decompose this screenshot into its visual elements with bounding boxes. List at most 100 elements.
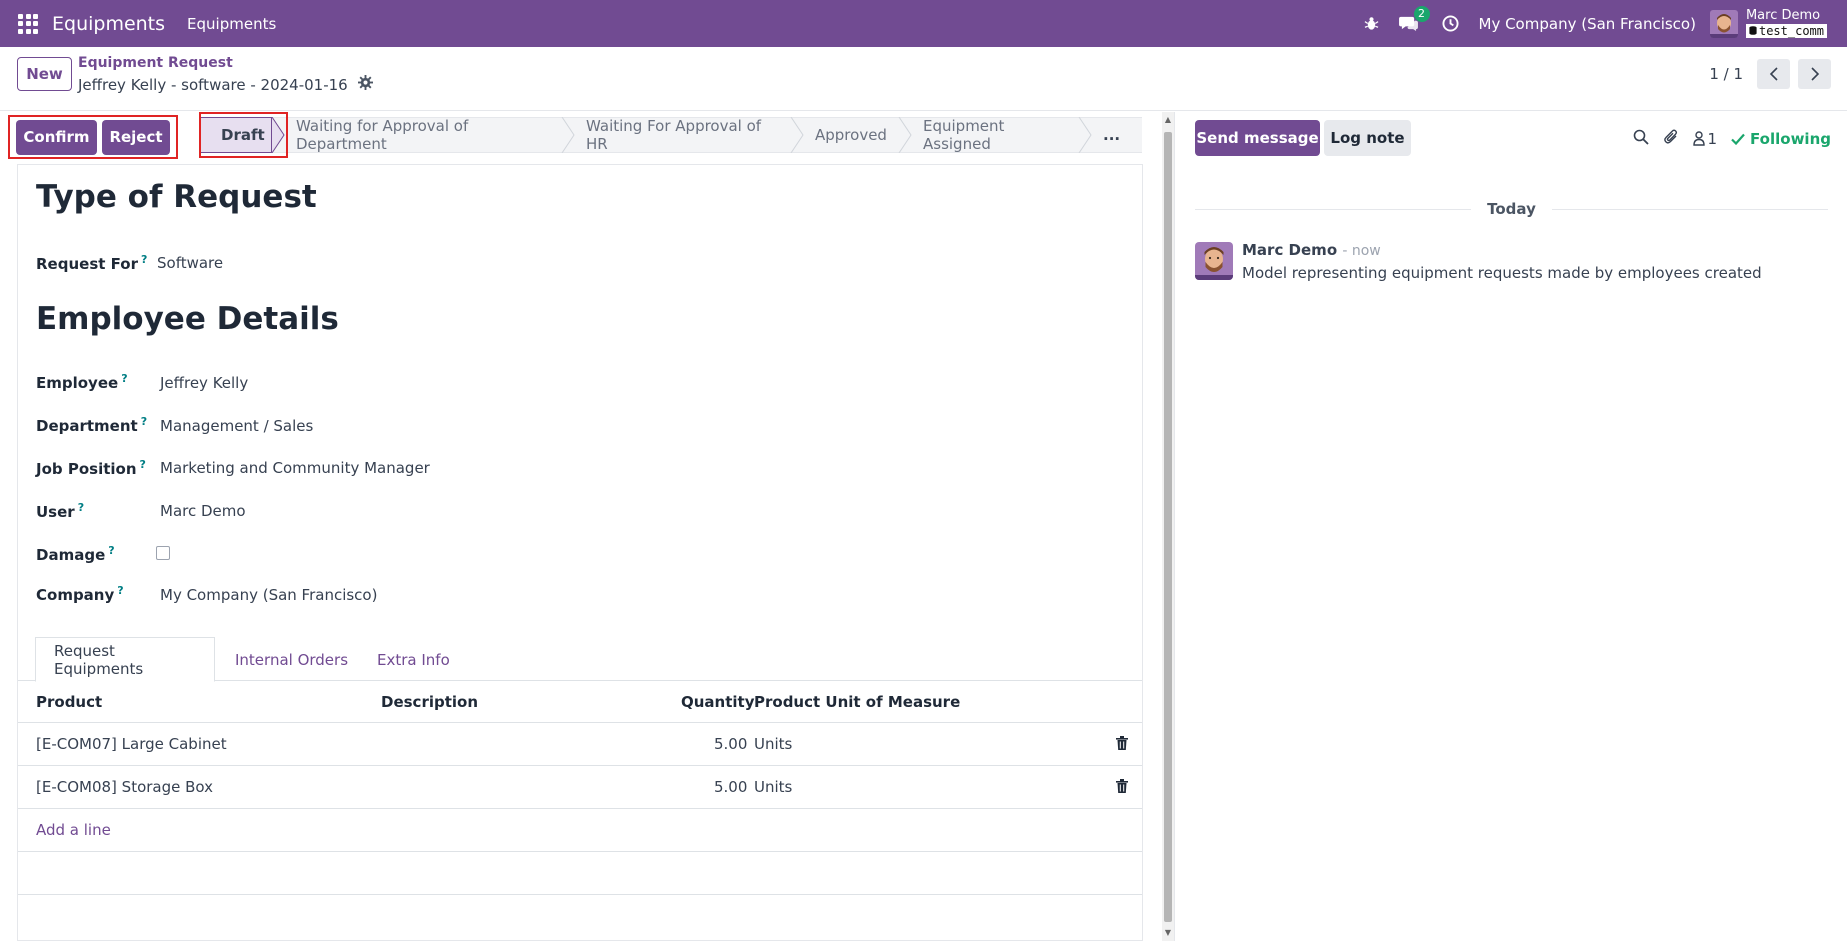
department-field[interactable]: Management / Sales [160, 417, 313, 435]
tab-extra-info[interactable]: Extra Info [377, 637, 450, 682]
damage-checkbox[interactable] [156, 546, 170, 560]
followers-count: 1 [1707, 129, 1718, 148]
cell-quantity[interactable]: 5.00 [714, 778, 747, 796]
breadcrumb-parent[interactable]: Equipment Request [78, 55, 233, 71]
top-navbar: Equipments Equipments 2 My Company (San … [0, 0, 1847, 47]
database-icon [1749, 26, 1757, 35]
company-label-text: Company [36, 586, 115, 604]
form-view: Confirm Reject Draft Waiting for Approva… [0, 112, 1162, 941]
help-icon[interactable]: ? [108, 544, 114, 557]
action-buttons: Confirm Reject [8, 115, 178, 159]
record-name: Jeffrey Kelly - software - 2024-01-16 [78, 75, 348, 94]
employee-label: Employee? [36, 372, 128, 392]
help-icon[interactable]: ? [117, 584, 123, 597]
status-bar: Draft Waiting for Approval of Department… [200, 117, 1142, 153]
department-label: Department? [36, 415, 147, 435]
job-position-label-text: Job Position [36, 460, 137, 478]
damage-label: Damage? [36, 544, 115, 564]
database-name-text: test_comm [1758, 24, 1824, 38]
column-quantity[interactable]: Quantity [681, 693, 755, 711]
cell-uom[interactable]: Units [754, 778, 792, 796]
pager-next-button[interactable] [1798, 59, 1831, 89]
column-uom[interactable]: Product Unit of Measure [754, 693, 960, 711]
table-row[interactable]: [E-COM08] Storage Box 5.00 Units [18, 766, 1142, 809]
help-icon[interactable]: ? [78, 501, 84, 514]
tab-request-equipments[interactable]: Request Equipments [35, 637, 215, 682]
help-icon[interactable]: ? [121, 372, 127, 385]
help-icon[interactable]: ? [141, 415, 147, 428]
user-field[interactable]: Marc Demo [160, 502, 246, 520]
section-employee-details: Employee Details [36, 301, 339, 337]
log-note-button[interactable]: Log note [1324, 120, 1411, 156]
messaging-icon[interactable]: 2 [1398, 6, 1430, 32]
check-icon [1731, 133, 1745, 145]
pager-previous-button[interactable] [1757, 59, 1790, 89]
reject-button[interactable]: Reject [102, 119, 170, 155]
activity-clock-icon[interactable] [1441, 15, 1459, 32]
date-separator-label: Today [1487, 200, 1536, 218]
request-for-label-text: Request For [36, 255, 138, 273]
column-description[interactable]: Description [381, 693, 478, 711]
form-scrollbar[interactable]: ▲ ▼ [1162, 112, 1174, 941]
chat-badge: 2 [1413, 6, 1430, 22]
column-product[interactable]: Product [36, 693, 102, 711]
chevron-right-icon [1810, 67, 1819, 81]
user-avatar[interactable] [1709, 9, 1738, 38]
confirm-button[interactable]: Confirm [16, 119, 97, 155]
table-row[interactable]: [E-COM07] Large Cabinet 5.00 Units [18, 723, 1142, 766]
apps-menu-icon[interactable] [18, 13, 38, 34]
stage-separators [271, 117, 1092, 153]
message-body: Model representing equipment requests ma… [1242, 264, 1762, 282]
menu-equipments[interactable]: Equipments [187, 15, 276, 33]
user-icon [1692, 131, 1705, 146]
help-icon[interactable]: ? [140, 458, 146, 471]
scrollbar-thumb[interactable] [1164, 132, 1172, 922]
message-author-avatar[interactable] [1195, 242, 1233, 280]
department-label-text: Department [36, 417, 138, 435]
job-position-label: Job Position? [36, 458, 146, 478]
company-switcher[interactable]: My Company (San Francisco) [1479, 15, 1696, 33]
employee-label-text: Employee [36, 374, 119, 392]
tab-internal-orders[interactable]: Internal Orders [235, 637, 348, 682]
paperclip-icon[interactable] [1663, 128, 1679, 149]
message-time: - now [1342, 243, 1381, 259]
send-message-button[interactable]: Send message [1195, 120, 1320, 156]
scroll-up-arrow-icon[interactable]: ▲ [1164, 116, 1172, 124]
cell-product[interactable]: [E-COM08] Storage Box [36, 778, 213, 796]
message-author-name[interactable]: Marc Demo [1242, 241, 1337, 259]
user-menu[interactable]: Marc Demo test_comm [1745, 8, 1827, 38]
company-field[interactable]: My Company (San Francisco) [160, 586, 377, 604]
trash-icon[interactable] [1116, 736, 1128, 754]
form-sheet: Type of Request Request For? Software Em… [17, 164, 1143, 941]
help-icon[interactable]: ? [141, 253, 147, 266]
message-author: Marc Demo - now [1242, 241, 1381, 259]
new-button[interactable]: New [17, 57, 72, 91]
trash-icon[interactable] [1116, 779, 1128, 797]
database-name: test_comm [1745, 24, 1827, 38]
notebook-tabs: Request Equipments Internal Orders Extra… [18, 637, 1142, 682]
followers-button[interactable]: 1 [1692, 129, 1718, 148]
employee-field[interactable]: Jeffrey Kelly [160, 374, 248, 392]
damage-label-text: Damage [36, 546, 106, 564]
debug-icon[interactable] [1364, 16, 1379, 31]
app-brand[interactable]: Equipments [52, 13, 165, 35]
cell-quantity[interactable]: 5.00 [714, 735, 747, 753]
gear-icon[interactable] [357, 75, 373, 94]
user-label-text: User [36, 503, 75, 521]
pager-value[interactable]: 1 / 1 [1709, 65, 1743, 83]
table-header: Product Description Quantity Product Uni… [18, 681, 1142, 723]
add-line-row: Add a line [18, 809, 1142, 852]
scroll-down-arrow-icon[interactable]: ▼ [1164, 929, 1172, 937]
job-position-field[interactable]: Marketing and Community Manager [160, 459, 430, 477]
search-icon[interactable] [1633, 129, 1649, 149]
following-label: Following [1750, 129, 1831, 148]
date-separator: Today [1195, 200, 1829, 218]
cell-product[interactable]: [E-COM07] Large Cabinet [36, 735, 227, 753]
user-name: Marc Demo [1745, 8, 1821, 23]
request-for-field[interactable]: Software [157, 254, 223, 272]
section-type-of-request: Type of Request [36, 179, 317, 215]
cell-uom[interactable]: Units [754, 735, 792, 753]
following-button[interactable]: Following [1731, 130, 1831, 148]
add-line-link[interactable]: Add a line [36, 821, 111, 839]
request-for-label: Request For? [36, 253, 147, 273]
